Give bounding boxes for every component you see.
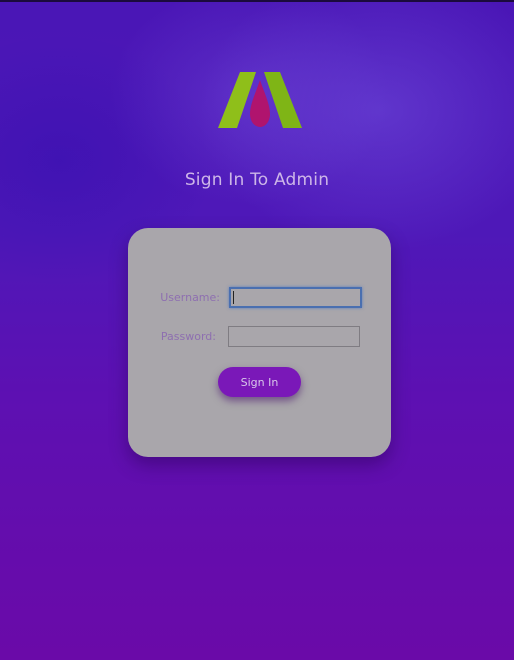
brand-a-logo-icon [218,72,302,128]
username-label: Username: [160,291,220,304]
brand-logo [218,72,302,128]
username-field[interactable] [229,287,362,308]
password-field[interactable] [228,326,360,347]
text-caret [233,291,234,304]
top-border [0,0,514,2]
page-title: Sign In To Admin [184,170,330,190]
password-label: Password: [160,330,216,343]
sign-in-button[interactable]: Sign In [218,367,301,397]
